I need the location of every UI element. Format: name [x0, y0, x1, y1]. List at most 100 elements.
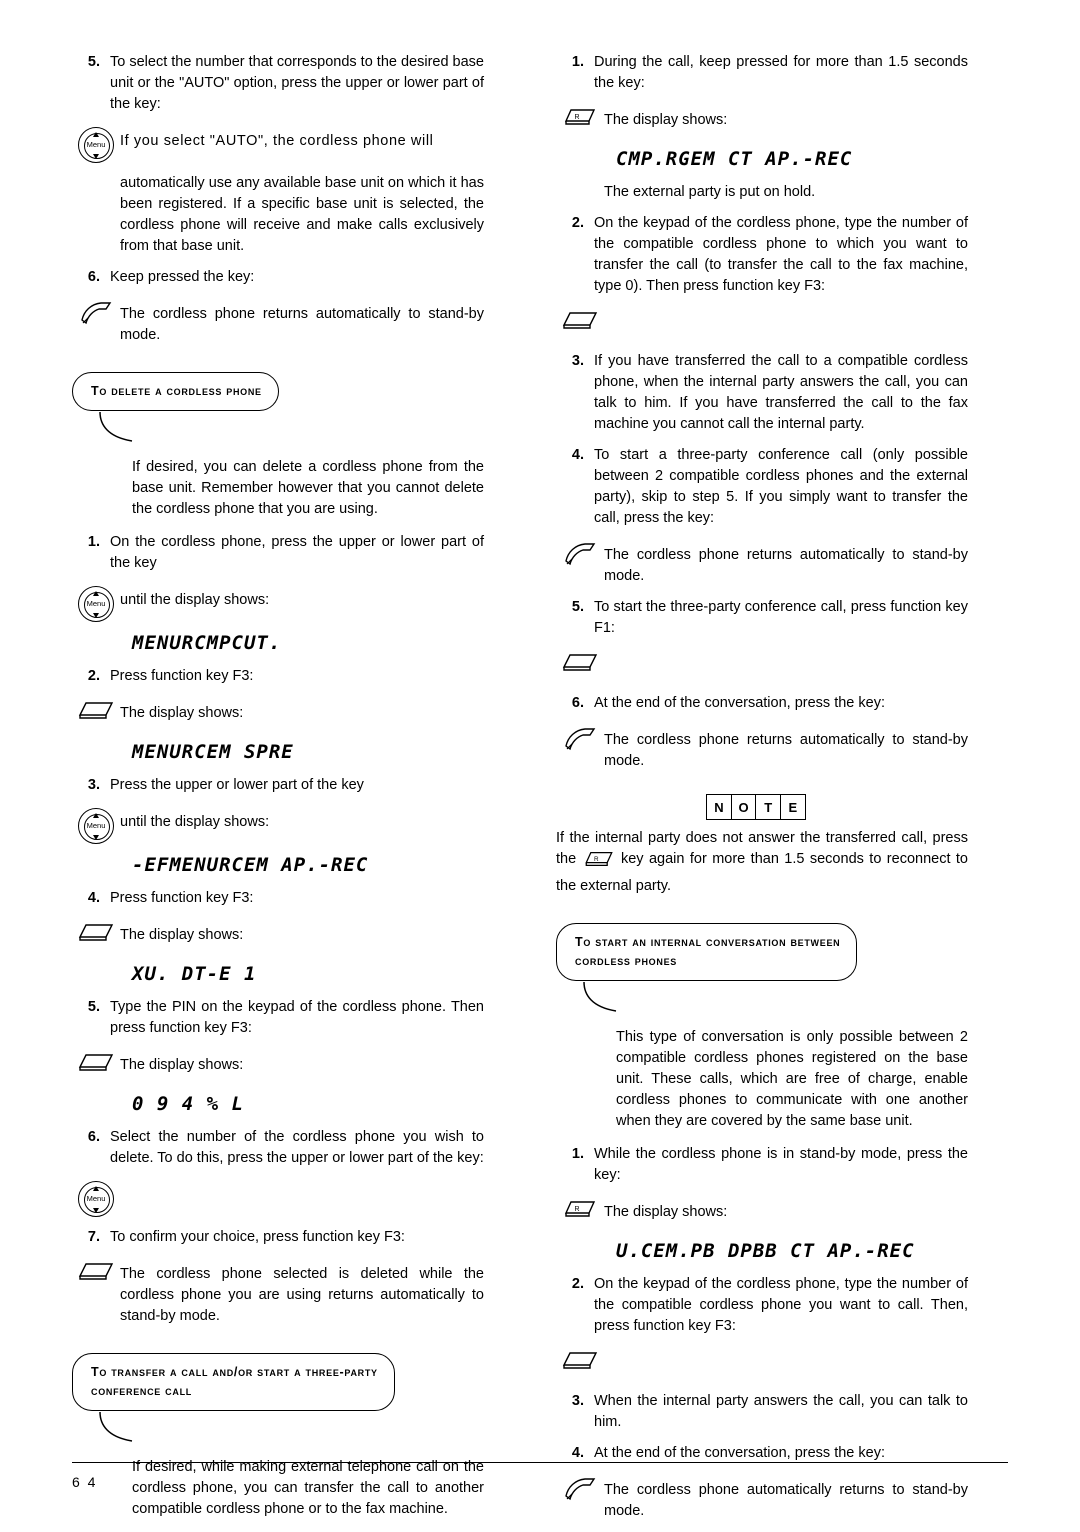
section-heading-text: To start an internal conversation betwee… [556, 923, 858, 981]
list-number: 1. [87, 534, 100, 550]
list-text: On the keypad of the cordless phone, typ… [594, 215, 968, 294]
icon-only-row [556, 649, 968, 683]
svg-text:R: R [594, 856, 599, 863]
list-item: 3. If you have transferred the call to a… [556, 351, 968, 435]
icon-paragraph-text: The cordless phone automatically returns… [604, 1482, 968, 1519]
list-number: 5. [571, 599, 584, 615]
bubble-tail-icon [94, 1411, 484, 1447]
icon-paragraph: The cordless phone returns automatically… [72, 298, 484, 346]
icon-paragraph-text: until the display shows: [120, 592, 270, 608]
list-text: Select the number of the cordless phone … [110, 1129, 484, 1166]
icon-paragraph: Menu until the display shows: [72, 584, 484, 622]
list-item: 2. On the keypad of the cordless phone, … [556, 213, 968, 297]
list-text: Press the upper or lower part of the key [110, 777, 364, 793]
display-readout: U.CEM.PB DPBB CT AP.-REC [616, 1240, 915, 1262]
function-key-f3-icon [556, 307, 604, 331]
note-body: If the internal party does not answer th… [556, 828, 968, 897]
icon-paragraph-text: If you select "AUTO", the cordless phone… [120, 133, 434, 149]
r-recall-key-icon: R [584, 849, 614, 876]
list-number: 6. [87, 1129, 100, 1145]
list-item: 4. At the end of the conversation, press… [556, 1443, 968, 1464]
left-column: 5. To select the number that corresponds… [72, 52, 484, 1532]
icon-paragraph-text: The display shows: [604, 1204, 728, 1220]
icon-paragraph-text: The cordless phone returns automatically… [604, 547, 968, 584]
list-number: 3. [571, 353, 584, 369]
bubble-tail-icon [578, 981, 968, 1017]
list-text: To confirm your choice, press function k… [110, 1229, 405, 1245]
icon-paragraph-text: until the display shows: [120, 814, 270, 830]
list-number: 4. [571, 447, 584, 463]
hook-hangup-key-icon [556, 1474, 604, 1502]
note-letter: O [730, 794, 757, 820]
function-key-f1-icon [556, 649, 604, 673]
list-text: At the end of the conversation, press th… [594, 1445, 885, 1461]
list-item: 3. Press the upper or lower part of the … [72, 775, 484, 796]
note-letter: E [779, 794, 806, 820]
icon-paragraph-text [604, 1347, 968, 1353]
list-item: 6. At the end of the conversation, press… [556, 693, 968, 714]
menu-navigation-key-icon: Menu [72, 1179, 120, 1217]
list-item: 1. During the call, keep pressed for mor… [556, 52, 968, 94]
icon-paragraph: The cordless phone returns automatically… [556, 724, 968, 772]
icon-paragraph: R The display shows: [556, 104, 968, 138]
paragraph: automatically use any available base uni… [120, 175, 484, 254]
section-heading-bubble: To transfer a call and/or start a three-… [72, 1353, 484, 1447]
section-heading-text: To delete a cordless phone [72, 372, 279, 411]
list-number: 6. [571, 695, 584, 711]
list-text: Type the PIN on the keypad of the cordle… [110, 999, 484, 1036]
icon-paragraph: Menu If you select "AUTO", the cordless … [72, 125, 484, 163]
section-heading-bubble: To start an internal conversation betwee… [556, 923, 968, 1017]
list-text: If you have transferred the call to a co… [594, 353, 968, 432]
section-heading-line2: conference call [91, 1384, 192, 1398]
hook-hangup-key-icon [556, 724, 604, 752]
display-readout: XU. DT-E 1 [132, 963, 257, 985]
list-item: 6. Select the number of the cordless pho… [72, 1127, 484, 1169]
hook-hangup-key-icon [72, 298, 120, 326]
note-letter: T [755, 794, 782, 820]
list-text: On the cordless phone, press the upper o… [110, 534, 484, 571]
icon-paragraph-text: The cordless phone selected is deleted w… [120, 1266, 484, 1324]
icon-only-row [556, 1347, 968, 1381]
list-number: 1. [571, 1146, 584, 1162]
icon-paragraph: Menu until the display shows: [72, 806, 484, 844]
list-item: 2. On the keypad of the cordless phone, … [556, 1274, 968, 1337]
note-letter: N [706, 794, 732, 820]
icon-paragraph-text: The display shows: [120, 705, 244, 721]
list-text: Keep pressed the key: [110, 269, 255, 285]
display-readout: 0 9 4 % L [132, 1093, 244, 1115]
bubble-tail-icon [94, 411, 484, 447]
list-item: 3. When the internal party answers the c… [556, 1391, 968, 1433]
list-text: To start a three-party conference call (… [594, 447, 968, 526]
section-heading-line1: To transfer a call and/or start a three-… [91, 1365, 378, 1379]
icon-paragraph: The display shows: [72, 919, 484, 953]
note-text-after: key again for more than 1.5 seconds to r… [556, 851, 968, 894]
list-number: 5. [87, 54, 100, 70]
footer-divider [72, 1462, 1008, 1463]
right-column: 1. During the call, keep pressed for mor… [556, 52, 968, 1532]
icon-paragraph: R The display shows: [556, 1196, 968, 1230]
function-key-f3-icon [72, 1049, 120, 1073]
list-item: 4. To start a three-party conference cal… [556, 445, 968, 529]
note-label: N O T E [706, 794, 968, 820]
list-number: 6. [87, 269, 100, 285]
function-key-f3-icon [72, 919, 120, 943]
list-item: 1. On the cordless phone, press the uppe… [72, 532, 484, 574]
r-recall-key-icon: R [556, 1196, 604, 1220]
list-item: 7. To confirm your choice, press functio… [72, 1227, 484, 1248]
list-item: 4. Press function key F3: [72, 888, 484, 909]
svg-text:R: R [574, 1206, 579, 1213]
list-item: 6. Keep pressed the key: [72, 267, 484, 288]
svg-text:R: R [574, 114, 579, 121]
icon-only-row [556, 307, 968, 341]
icon-paragraph-text [604, 307, 968, 313]
paragraph: The external party is put on hold. [604, 184, 816, 200]
page-number: 6 4 [72, 1474, 98, 1490]
icon-paragraph: The cordless phone selected is deleted w… [72, 1258, 484, 1327]
menu-navigation-key-icon: Menu [72, 125, 120, 163]
display-readout: CMP.RGEM CT AP.-REC [616, 148, 853, 170]
list-item: 5. To start the three-party conference c… [556, 597, 968, 639]
icon-paragraph: The display shows: [72, 697, 484, 731]
list-text: While the cordless phone is in stand-by … [594, 1146, 968, 1183]
list-number: 4. [87, 890, 100, 906]
list-number: 2. [87, 668, 100, 684]
